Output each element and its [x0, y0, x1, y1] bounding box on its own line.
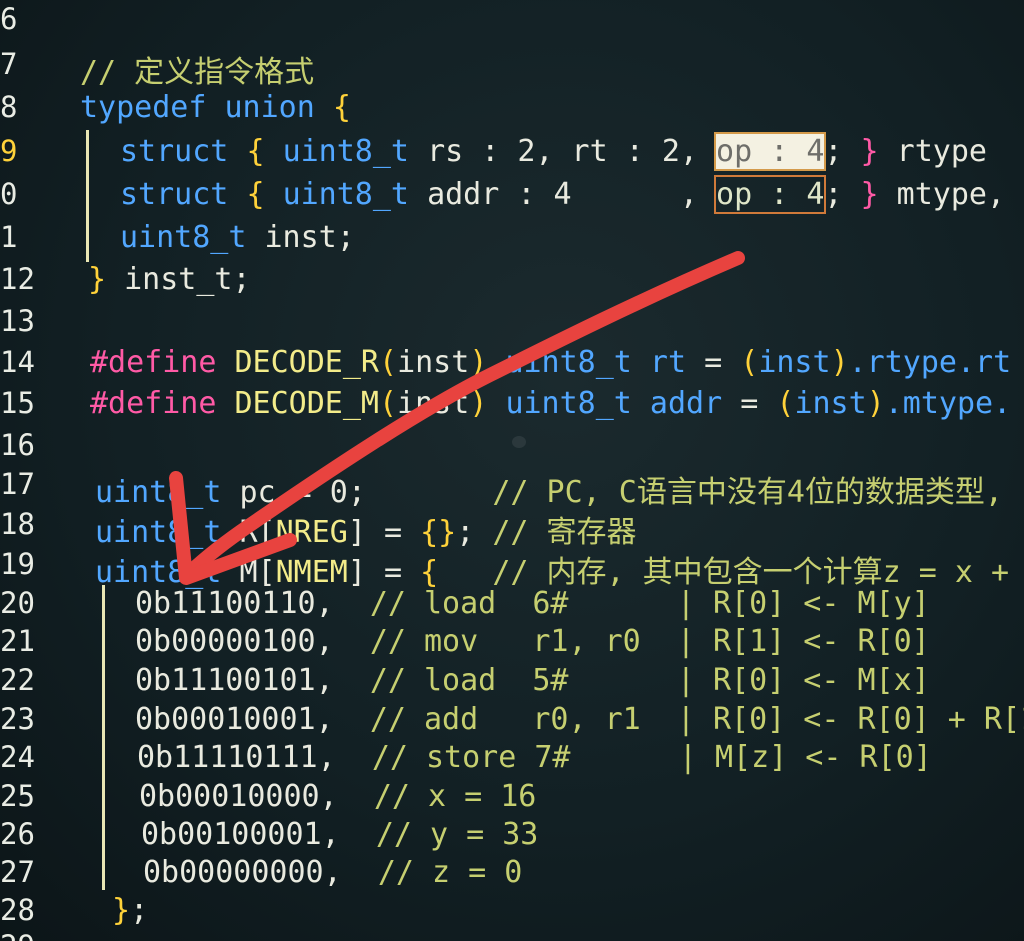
line-number: 14 [0, 345, 35, 379]
struct-rtype: struct { uint8_t rs : 2, rt : 2, op : 4;… [120, 132, 987, 171]
memory-entry: 0b00000100, // mov r1, r0 | R[1] <- R[0] [135, 624, 930, 659]
line-number-current: 9 [0, 134, 18, 168]
memory-entry: 0b11100110, // load 6# | R[0] <- M[y] [135, 586, 930, 621]
line-number: 15 [0, 386, 35, 420]
line-number: 16 [0, 428, 35, 462]
typedef-union: typedef union { [80, 90, 351, 125]
code-line: 27 0b00000000, // z = 0 [0, 853, 1024, 893]
memory-entry: 0b11100101, // load 5# | R[0] <- M[x] [135, 663, 930, 698]
memory-entry: 0b00010000, // x = 16 [139, 779, 537, 814]
code-line: 17 uint8_t pc = 0; // PC, C语言中没有4位的数据类型, [0, 465, 1024, 510]
line-number: 29 [0, 929, 40, 941]
struct-mtype: struct { uint8_t addr : 4 , op : 4; } mt… [120, 175, 1006, 214]
line-number: 24 [0, 740, 35, 774]
line-number: 18 [0, 507, 35, 541]
code-line: 21 0b00000100, // mov r1, r0 | R[1] <- R… [0, 622, 1024, 662]
line-number: 6 [0, 2, 18, 36]
comment-define-format: // 定义指令格式 [80, 55, 315, 90]
memory-entry: 0b00010001, // add r0, r1 | R[0] <- R[0]… [135, 702, 1024, 737]
array-end: }; [112, 893, 149, 928]
define-decode-m: #define DECODE_M(inst) uint8_t addr = (i… [90, 386, 1012, 421]
line-number: 8 [0, 90, 18, 124]
code-line: 19 uint8_t M[NMEM] = { // 内存, 其中包含一个计算z … [0, 545, 1024, 590]
code-line: 26 0b00100001, // y = 33 [0, 815, 1024, 855]
line-number: 19 [0, 547, 35, 581]
line-number: 23 [0, 702, 35, 736]
line-number: 17 [0, 467, 35, 501]
code-line: 13 [0, 302, 1024, 342]
memory-entry: 0b11110111, // store 7# | M[z] <- R[0] [137, 740, 932, 775]
code-line: 20 0b11100110, // load 6# | R[0] <- M[y] [0, 584, 1024, 624]
code-line: 29 [0, 927, 1024, 941]
code-line: 18 uint8_t R[NREG] = {}; // 寄存器 [0, 505, 1024, 550]
code-line: 23 0b00010001, // add r0, r1 | R[0] <- R… [0, 700, 1024, 740]
line-number: 0 [0, 177, 18, 211]
memory-entry: 0b00100001, // y = 33 [141, 817, 539, 852]
code-line: 28 }; [0, 891, 1024, 931]
code-line: 14 #define DECODE_R(inst) uint8_t rt = (… [0, 343, 1024, 383]
code-line: 7 // 定义指令格式 [0, 45, 1024, 90]
screen-glare [512, 436, 526, 448]
union-end: } inst_t; [88, 262, 251, 297]
line-number: 1 [0, 220, 18, 254]
selected-op-field: op : 4 [714, 132, 827, 171]
code-line: 9 struct { uint8_t rs : 2, rt : 2, op : … [0, 132, 1024, 172]
code-line: 25 0b00010000, // x = 16 [0, 777, 1024, 817]
line-number: 21 [0, 624, 35, 658]
define-decode-r: #define DECODE_R(inst) uint8_t rt = (ins… [90, 345, 1012, 380]
photo-of-code-editor: 6 7 // 定义指令格式 8 typedef union { 9 struct… [0, 0, 1024, 941]
code-line: 12 } inst_t; [0, 260, 1024, 300]
line-number: 25 [0, 779, 35, 813]
line-number: 7 [0, 47, 18, 81]
code-line: 15 #define DECODE_M(inst) uint8_t addr =… [0, 384, 1024, 424]
memory-entry: 0b00000000, // z = 0 [143, 855, 523, 890]
code-line: 1 uint8_t inst; [0, 218, 1024, 258]
line-number: 22 [0, 663, 35, 697]
code-line: 8 typedef union { [0, 88, 1024, 128]
line-number: 13 [0, 304, 35, 338]
code-line: 0 struct { uint8_t addr : 4 , op : 4; } … [0, 175, 1024, 215]
inst-member: uint8_t inst; [120, 220, 355, 255]
line-number: 26 [0, 817, 35, 851]
boxed-op-field: op : 4 [714, 175, 827, 214]
code-line: 16 [0, 426, 1024, 466]
line-number: 27 [0, 855, 35, 889]
line-number: 20 [0, 586, 35, 620]
line-number: 28 [0, 893, 35, 927]
code-line: 6 [0, 0, 1024, 40]
line-number: 12 [0, 262, 35, 296]
code-line: 24 0b11110111, // store 7# | M[z] <- R[0… [0, 738, 1024, 778]
code-line: 22 0b11100101, // load 5# | R[0] <- M[x] [0, 661, 1024, 701]
